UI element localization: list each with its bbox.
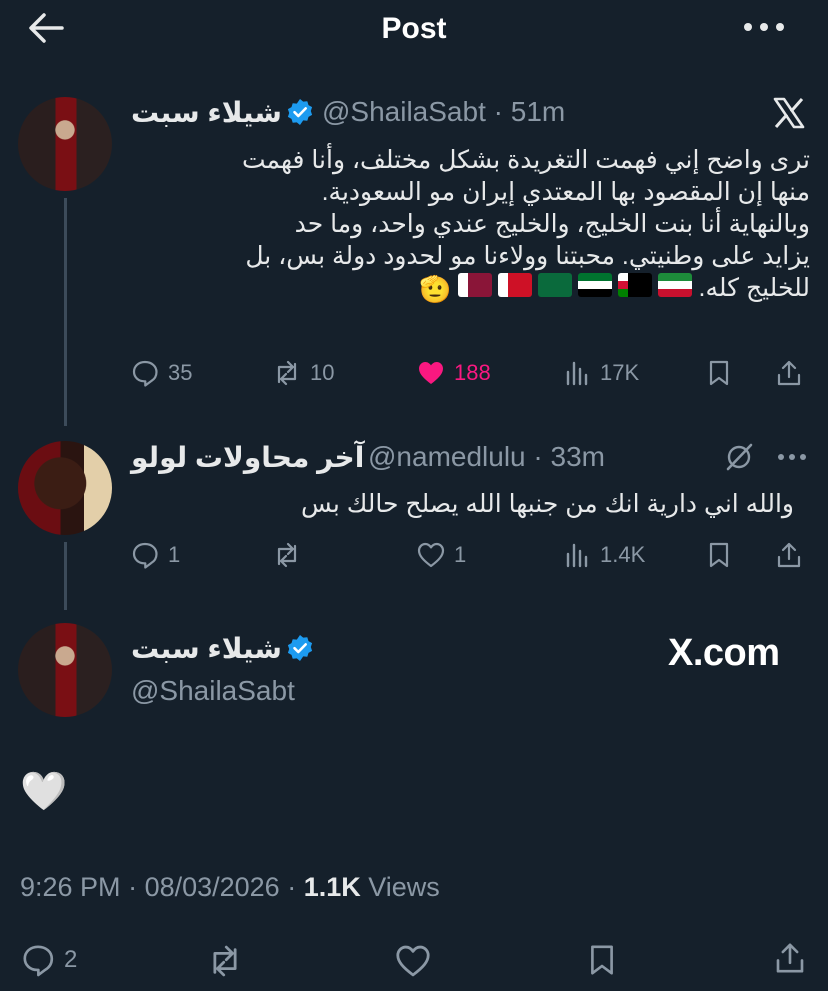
post-meta: 9:26 PM · 08/03/2026 · 1.1K Views: [20, 872, 440, 902]
kuwait-flag-icon: [657, 273, 692, 298]
bookmark-icon: [709, 542, 729, 568]
reply-count: 35: [168, 360, 193, 385]
bookmark-button[interactable]: [584, 942, 620, 978]
tweet-time: 51m: [510, 96, 566, 127]
analytics-icon: [566, 543, 588, 568]
repost-button[interactable]: [206, 942, 244, 980]
bookmark-button[interactable]: [704, 358, 734, 388]
more-dots-icon: [744, 23, 784, 31]
tweet-line: يزايد على وطنيتي. محبتنا وولاءنا مو لحدو…: [245, 242, 810, 270]
author-handle[interactable]: @ShailaSabt · 51m: [322, 96, 565, 128]
more-dots-icon: [778, 454, 806, 460]
like-count: 1: [454, 542, 467, 567]
heart-filled-icon: [419, 362, 443, 384]
like-button[interactable]: 1: [416, 540, 466, 570]
repost-icon: [277, 360, 297, 386]
bookmark-icon: [591, 945, 613, 975]
analytics-icon: [566, 361, 588, 386]
repost-button[interactable]: 10: [272, 358, 334, 388]
share-icon: [777, 542, 801, 568]
reply-icon: [132, 360, 158, 387]
like-button[interactable]: [394, 942, 432, 980]
thread-line: [64, 542, 67, 610]
bookmark-button[interactable]: [704, 540, 734, 570]
avatar[interactable]: [18, 623, 112, 717]
author-name[interactable]: آخر محاولات لولو: [131, 441, 364, 474]
salute-emoji: 🫡: [419, 274, 452, 305]
tweet-time: 33m: [550, 441, 605, 472]
tweet-line: وبالنهاية أنا بنت الخليج، والخليج عندي و…: [294, 210, 810, 238]
like-count: 188: [454, 360, 491, 385]
more-button[interactable]: [740, 12, 788, 42]
repost-icon: [213, 945, 237, 977]
author-handle[interactable]: @ShailaSabt: [131, 675, 295, 707]
heart-icon: [417, 542, 445, 568]
heart-icon: [396, 945, 430, 977]
views-button[interactable]: 17K: [562, 358, 639, 388]
share-button[interactable]: [772, 940, 808, 976]
verified-badge-icon: [286, 634, 314, 662]
views-count: 1.4K: [600, 542, 646, 567]
tweet-last-line: للخليج كله. 🫡: [131, 272, 810, 305]
post-date: 08/03/2026: [144, 872, 280, 902]
flag-row: 🫡: [419, 273, 692, 305]
repost-icon: [277, 542, 297, 568]
reply-count: 1: [168, 542, 181, 567]
post-text: 🤍: [20, 771, 68, 813]
reply-button[interactable]: 1: [130, 540, 180, 570]
repost-button[interactable]: [272, 540, 302, 570]
reply-count: 2: [64, 946, 78, 973]
more-button[interactable]: [776, 442, 808, 472]
thread-line: [64, 198, 67, 426]
views-button[interactable]: 1.4K: [562, 540, 645, 570]
repost-count: 10: [310, 360, 335, 385]
share-button[interactable]: [774, 540, 804, 570]
views-count: 17K: [600, 360, 640, 385]
grok-icon[interactable]: [722, 440, 756, 474]
share-icon: [777, 360, 801, 386]
tweet-line: ترى واضح إني فهمت التغريدة بشكل مختلف، و…: [242, 146, 810, 174]
bookmark-icon: [709, 360, 729, 386]
avatar[interactable]: [18, 97, 112, 191]
tweet-line: للخليج كله.: [698, 274, 810, 302]
uae-flag-icon: [577, 273, 612, 298]
reply-button[interactable]: 2: [20, 942, 77, 978]
post-views-count: 1.1K: [303, 872, 361, 902]
reply-text: والله اني دارية انك من جنبها الله يصلح ح…: [300, 490, 794, 518]
share-icon: [776, 943, 804, 973]
page-title: Post: [381, 12, 447, 45]
handle-text: @namedlulu: [368, 441, 526, 472]
reply-icon: [23, 945, 54, 977]
oman-flag-icon: [617, 273, 652, 298]
author-name[interactable]: شيلاء سبت: [131, 96, 282, 129]
x-logo-icon[interactable]: [772, 96, 806, 130]
verified-badge-icon: [286, 98, 314, 126]
share-button[interactable]: [774, 358, 804, 388]
handle-text: @ShailaSabt: [322, 96, 486, 127]
xcom-watermark: X.com: [668, 632, 780, 674]
qatar-flag-icon: [457, 273, 492, 298]
saudi-flag-icon: [537, 273, 572, 298]
post-time: 9:26 PM: [20, 872, 121, 902]
like-button[interactable]: 188: [416, 358, 491, 388]
author-name[interactable]: شيلاء سبت: [131, 632, 282, 665]
post-views-label: Views: [368, 872, 440, 902]
reply-icon: [132, 542, 158, 569]
author-handle[interactable]: @namedlulu · 33m: [368, 441, 605, 473]
tweet-text: ترى واضح إني فهمت التغريدة بشكل مختلف، و…: [131, 144, 810, 305]
bahrain-flag-icon: [497, 273, 532, 298]
avatar[interactable]: [18, 441, 112, 535]
tweet-line: منها إن المقصود بها المعتدي إيران مو الس…: [321, 178, 810, 206]
reply-button[interactable]: 35: [130, 358, 192, 388]
